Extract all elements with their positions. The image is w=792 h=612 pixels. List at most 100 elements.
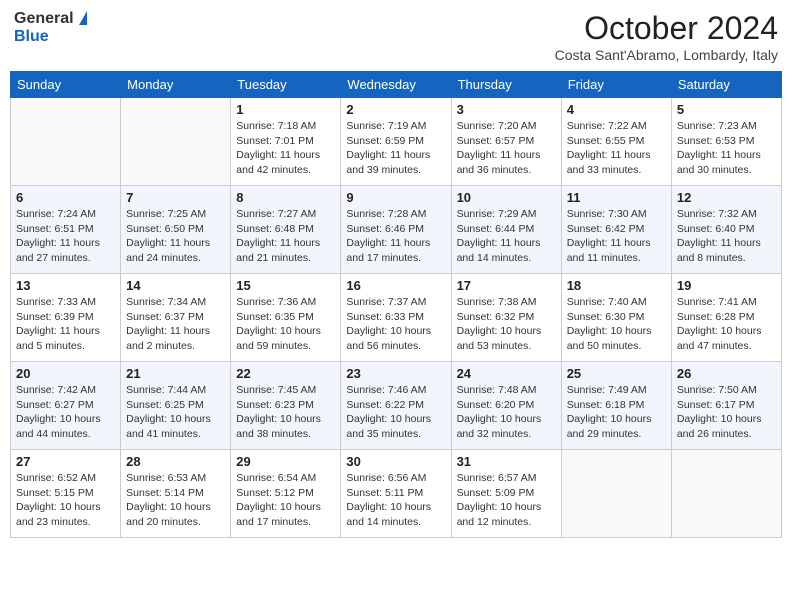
- logo-blue-text: Blue: [14, 28, 49, 46]
- calendar-day-header: Sunday: [11, 72, 121, 98]
- calendar-day-cell: 13 Sunrise: 7:33 AMSunset: 6:39 PMDayligh…: [11, 274, 121, 362]
- day-info: Sunrise: 7:48 AMSunset: 6:20 PMDaylight:…: [457, 383, 556, 442]
- day-info: Sunrise: 7:36 AMSunset: 6:35 PMDaylight:…: [236, 295, 335, 354]
- day-info: Sunrise: 7:24 AMSunset: 6:51 PMDaylight:…: [16, 207, 115, 266]
- day-info: Sunrise: 7:49 AMSunset: 6:18 PMDaylight:…: [567, 383, 666, 442]
- day-info: Sunrise: 6:54 AMSunset: 5:12 PMDaylight:…: [236, 471, 335, 530]
- calendar-day-cell: 17 Sunrise: 7:38 AMSunset: 6:32 PMDayligh…: [451, 274, 561, 362]
- calendar-day-cell: 30 Sunrise: 6:56 AMSunset: 5:11 PMDayligh…: [341, 450, 451, 538]
- calendar-week-row: 1 Sunrise: 7:18 AMSunset: 7:01 PMDaylight…: [11, 98, 782, 186]
- day-number: 24: [457, 366, 556, 381]
- day-info: Sunrise: 7:30 AMSunset: 6:42 PMDaylight:…: [567, 207, 666, 266]
- day-info: Sunrise: 7:46 AMSunset: 6:22 PMDaylight:…: [346, 383, 445, 442]
- day-info: Sunrise: 7:23 AMSunset: 6:53 PMDaylight:…: [677, 119, 776, 178]
- day-number: 8: [236, 190, 335, 205]
- day-info: Sunrise: 7:45 AMSunset: 6:23 PMDaylight:…: [236, 383, 335, 442]
- logo-triangle-icon: [79, 11, 87, 25]
- day-info: Sunrise: 6:56 AMSunset: 5:11 PMDaylight:…: [346, 471, 445, 530]
- day-info: Sunrise: 7:28 AMSunset: 6:46 PMDaylight:…: [346, 207, 445, 266]
- calendar-day-cell: 26Sunrise: 7:50 AMSunset: 6:17 PMDayligh…: [671, 362, 781, 450]
- day-info: Sunrise: 7:25 AMSunset: 6:50 PMDaylight:…: [126, 207, 225, 266]
- calendar-day-cell: [11, 98, 121, 186]
- calendar-day-cell: 29 Sunrise: 6:54 AMSunset: 5:12 PMDayligh…: [231, 450, 341, 538]
- day-number: 14: [126, 278, 225, 293]
- calendar-day-cell: 7 Sunrise: 7:25 AMSunset: 6:50 PMDaylight…: [121, 186, 231, 274]
- calendar-day-cell: 6 Sunrise: 7:24 AMSunset: 6:51 PMDaylight…: [11, 186, 121, 274]
- logo: General Blue: [14, 10, 87, 45]
- calendar-day-cell: 4 Sunrise: 7:22 AMSunset: 6:55 PMDaylight…: [561, 98, 671, 186]
- calendar-week-row: 6 Sunrise: 7:24 AMSunset: 6:51 PMDaylight…: [11, 186, 782, 274]
- day-info: Sunrise: 6:57 AMSunset: 5:09 PMDaylight:…: [457, 471, 556, 530]
- day-number: 7: [126, 190, 225, 205]
- day-info: Sunrise: 7:38 AMSunset: 6:32 PMDaylight:…: [457, 295, 556, 354]
- day-info: Sunrise: 7:33 AMSunset: 6:39 PMDaylight:…: [16, 295, 115, 354]
- location-title: Costa Sant'Abramo, Lombardy, Italy: [555, 47, 778, 63]
- calendar-day-cell: 5 Sunrise: 7:23 AMSunset: 6:53 PMDaylight…: [671, 98, 781, 186]
- calendar-day-cell: 8 Sunrise: 7:27 AMSunset: 6:48 PMDaylight…: [231, 186, 341, 274]
- calendar-day-cell: [561, 450, 671, 538]
- day-number: 12: [677, 190, 776, 205]
- day-number: 27: [16, 454, 115, 469]
- day-number: 9: [346, 190, 445, 205]
- calendar-day-cell: 18 Sunrise: 7:40 AMSunset: 6:30 PMDayligh…: [561, 274, 671, 362]
- day-number: 29: [236, 454, 335, 469]
- day-info: Sunrise: 7:34 AMSunset: 6:37 PMDaylight:…: [126, 295, 225, 354]
- day-info: Sunrise: 7:29 AMSunset: 6:44 PMDaylight:…: [457, 207, 556, 266]
- calendar-day-cell: 24 Sunrise: 7:48 AMSunset: 6:20 PMDayligh…: [451, 362, 561, 450]
- day-info: Sunrise: 7:41 AMSunset: 6:28 PMDaylight:…: [677, 295, 776, 354]
- calendar-day-cell: 1 Sunrise: 7:18 AMSunset: 7:01 PMDaylight…: [231, 98, 341, 186]
- day-number: 6: [16, 190, 115, 205]
- day-number: 1: [236, 102, 335, 117]
- calendar-day-cell: 12 Sunrise: 7:32 AMSunset: 6:40 PMDayligh…: [671, 186, 781, 274]
- calendar-day-header: Saturday: [671, 72, 781, 98]
- calendar-day-cell: [671, 450, 781, 538]
- day-info: Sunrise: 6:53 AMSunset: 5:14 PMDaylight:…: [126, 471, 225, 530]
- day-number: 31: [457, 454, 556, 469]
- title-block: October 2024 Costa Sant'Abramo, Lombardy…: [555, 10, 778, 63]
- day-number: 28: [126, 454, 225, 469]
- calendar-day-cell: 9 Sunrise: 7:28 AMSunset: 6:46 PMDaylight…: [341, 186, 451, 274]
- day-number: 18: [567, 278, 666, 293]
- day-number: 17: [457, 278, 556, 293]
- day-info: Sunrise: 7:32 AMSunset: 6:40 PMDaylight:…: [677, 207, 776, 266]
- day-info: Sunrise: 7:44 AMSunset: 6:25 PMDaylight:…: [126, 383, 225, 442]
- day-number: 22: [236, 366, 335, 381]
- calendar-day-cell: 11 Sunrise: 7:30 AMSunset: 6:42 PMDayligh…: [561, 186, 671, 274]
- calendar-day-cell: [121, 98, 231, 186]
- calendar-day-cell: 2Sunrise: 7:19 AMSunset: 6:59 PMDaylight…: [341, 98, 451, 186]
- calendar-header-row: SundayMondayTuesdayWednesdayThursdayFrid…: [11, 72, 782, 98]
- day-number: 23: [346, 366, 445, 381]
- day-number: 13: [16, 278, 115, 293]
- day-number: 30: [346, 454, 445, 469]
- day-info: Sunrise: 7:19 AMSunset: 6:59 PMDaylight:…: [346, 119, 445, 178]
- calendar-day-cell: 31 Sunrise: 6:57 AMSunset: 5:09 PMDayligh…: [451, 450, 561, 538]
- day-number: 10: [457, 190, 556, 205]
- day-info: Sunrise: 7:22 AMSunset: 6:55 PMDaylight:…: [567, 119, 666, 178]
- calendar-day-cell: 10 Sunrise: 7:29 AMSunset: 6:44 PMDayligh…: [451, 186, 561, 274]
- day-info: Sunrise: 7:18 AMSunset: 7:01 PMDaylight:…: [236, 119, 335, 178]
- calendar-week-row: 27Sunrise: 6:52 AMSunset: 5:15 PMDayligh…: [11, 450, 782, 538]
- day-number: 4: [567, 102, 666, 117]
- day-number: 3: [457, 102, 556, 117]
- calendar-day-header: Monday: [121, 72, 231, 98]
- calendar-day-header: Thursday: [451, 72, 561, 98]
- day-number: 25: [567, 366, 666, 381]
- day-number: 19: [677, 278, 776, 293]
- calendar-day-cell: 3Sunrise: 7:20 AMSunset: 6:57 PMDaylight…: [451, 98, 561, 186]
- day-number: 5: [677, 102, 776, 117]
- day-number: 11: [567, 190, 666, 205]
- calendar-day-header: Wednesday: [341, 72, 451, 98]
- calendar-day-header: Friday: [561, 72, 671, 98]
- day-number: 21: [126, 366, 225, 381]
- calendar-day-cell: 20Sunrise: 7:42 AMSunset: 6:27 PMDayligh…: [11, 362, 121, 450]
- calendar-day-header: Tuesday: [231, 72, 341, 98]
- day-number: 20: [16, 366, 115, 381]
- calendar-day-cell: 25 Sunrise: 7:49 AMSunset: 6:18 PMDayligh…: [561, 362, 671, 450]
- day-info: Sunrise: 7:27 AMSunset: 6:48 PMDaylight:…: [236, 207, 335, 266]
- calendar-day-cell: 21 Sunrise: 7:44 AMSunset: 6:25 PMDayligh…: [121, 362, 231, 450]
- day-number: 26: [677, 366, 776, 381]
- calendar-day-cell: 19 Sunrise: 7:41 AMSunset: 6:28 PMDayligh…: [671, 274, 781, 362]
- day-info: Sunrise: 7:40 AMSunset: 6:30 PMDaylight:…: [567, 295, 666, 354]
- calendar-day-cell: 22 Sunrise: 7:45 AMSunset: 6:23 PMDayligh…: [231, 362, 341, 450]
- calendar-day-cell: 14 Sunrise: 7:34 AMSunset: 6:37 PMDayligh…: [121, 274, 231, 362]
